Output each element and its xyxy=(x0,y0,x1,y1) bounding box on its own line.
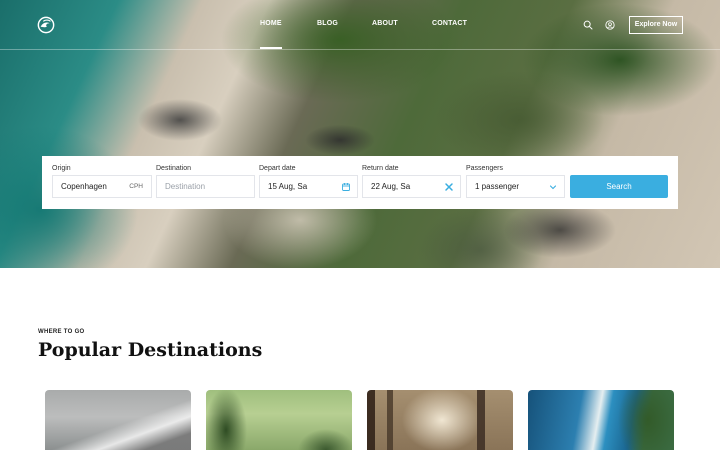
return-date-field[interactable]: 22 Aug, Sa xyxy=(362,175,461,198)
destination-field[interactable]: Destination xyxy=(156,175,255,198)
passengers-label: Passengers xyxy=(466,165,503,172)
nav-link-about[interactable]: ABOUT xyxy=(372,20,398,27)
depart-date-label: Depart date xyxy=(259,165,296,172)
nav-link-home[interactable]: HOME xyxy=(260,20,282,49)
calendar-icon[interactable] xyxy=(341,182,351,192)
clear-icon[interactable] xyxy=(444,182,454,192)
nav-link-contact[interactable]: CONTACT xyxy=(432,20,467,27)
destination-card-image[interactable] xyxy=(45,390,191,450)
depart-date-value: 15 Aug, Sa xyxy=(268,182,308,191)
origin-airport-code: CPH xyxy=(129,183,143,190)
origin-label: Origin xyxy=(52,165,71,172)
chevron-down-icon[interactable] xyxy=(548,182,558,192)
return-date-value: 22 Aug, Sa xyxy=(371,182,411,191)
destination-card-image[interactable] xyxy=(206,390,352,450)
hero-banner: HOME BLOG ABOUT CONTACT Explore Now Orig… xyxy=(0,0,720,268)
user-icon[interactable] xyxy=(605,20,615,30)
top-navigation: HOME BLOG ABOUT CONTACT Explore Now xyxy=(0,0,720,50)
origin-field[interactable]: Copenhagen CPH xyxy=(52,175,152,198)
explore-now-button[interactable]: Explore Now xyxy=(629,16,683,34)
destination-card-image[interactable] xyxy=(528,390,674,450)
logo-wave-icon[interactable] xyxy=(37,16,55,34)
passengers-select[interactable]: 1 passenger xyxy=(466,175,565,198)
search-icon[interactable] xyxy=(583,20,593,30)
passengers-value: 1 passenger xyxy=(475,182,520,191)
depart-date-field[interactable]: 15 Aug, Sa xyxy=(259,175,358,198)
search-button[interactable]: Search xyxy=(570,175,668,198)
destination-placeholder: Destination xyxy=(165,182,206,191)
origin-value: Copenhagen xyxy=(61,182,107,191)
section-eyebrow: WHERE TO GO xyxy=(38,329,85,335)
destination-card-image[interactable] xyxy=(367,390,513,450)
return-date-label: Return date xyxy=(362,165,399,172)
destination-label: Destination xyxy=(156,165,192,172)
section-title: Popular Destinations xyxy=(38,339,263,361)
flight-search-form: Origin Copenhagen CPH Destination Destin… xyxy=(42,156,678,209)
nav-link-blog[interactable]: BLOG xyxy=(317,20,338,27)
